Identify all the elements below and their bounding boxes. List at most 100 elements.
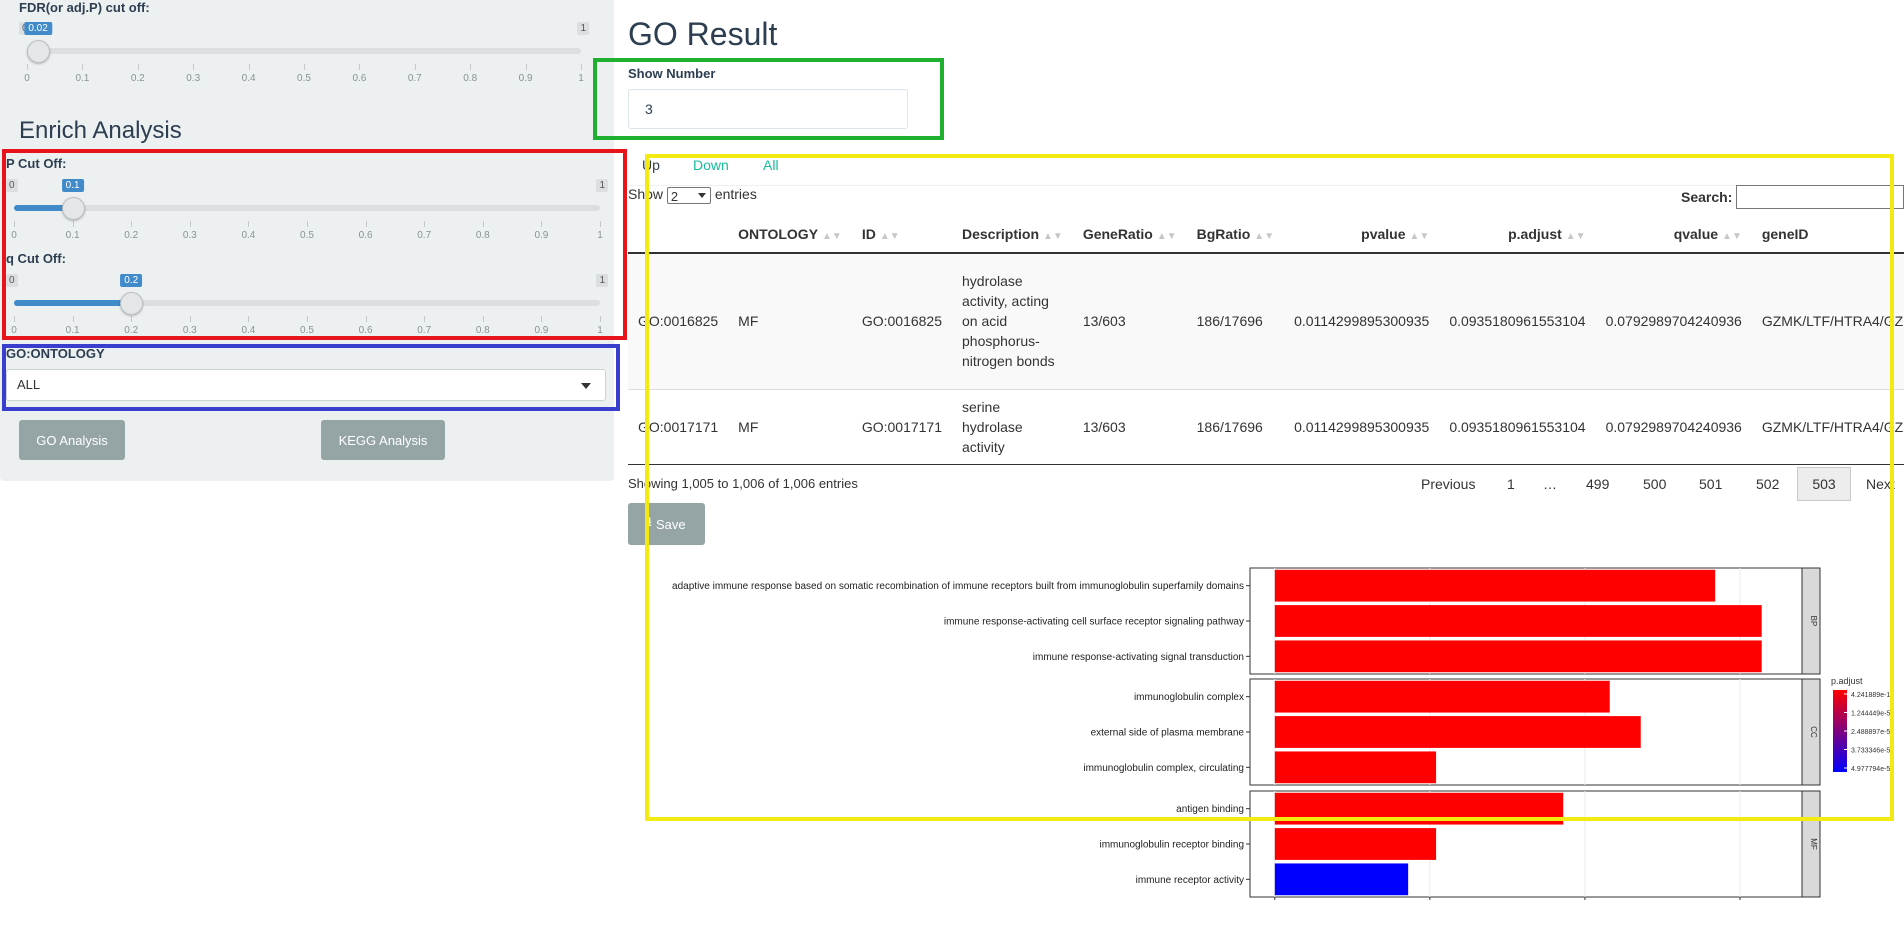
slider-tick — [72, 316, 74, 322]
show-number-input[interactable]: 3 — [628, 89, 908, 129]
col-header-generatio[interactable]: GeneRatio ▲▼ — [1072, 216, 1187, 254]
slider-tick — [482, 221, 484, 227]
slider-track[interactable] — [14, 205, 600, 211]
cell-ontology: MF — [738, 418, 759, 435]
col-header-pvalue[interactable]: pvalue ▲▼ — [1284, 216, 1440, 254]
col-header-id[interactable]: ID ▲▼ — [851, 216, 952, 254]
slider-value-label: 0.02 — [24, 22, 52, 35]
col-header-padjust[interactable]: p.adjust ▲▼ — [1439, 216, 1596, 254]
cell-pvalue: 0.0114299895300935 — [1294, 418, 1430, 435]
col-header-bgratio[interactable]: BgRatio ▲▼ — [1186, 216, 1285, 254]
go-result-table: ONTOLOGY ▲▼ ID ▲▼ Description ▲▼ GeneRatio ▲… — [628, 216, 1904, 465]
slider-handle[interactable] — [61, 197, 85, 220]
col-header-generatio-label: GeneRatio — [1082, 226, 1153, 242]
col-header-padjust-label: p.adjust — [1508, 226, 1562, 242]
facet-strip-label: BP — [1809, 616, 1818, 627]
kegg-analysis-button[interactable]: KEGG Analysis — [321, 420, 445, 460]
pager-page-501[interactable]: 501 — [1699, 476, 1722, 492]
slider-handle[interactable] — [120, 292, 144, 315]
legend-label: 2.488897e-5 — [1851, 729, 1890, 736]
col-header-ontology[interactable]: ONTOLOGY ▲▼ — [728, 216, 852, 254]
ontology-value: ALL — [17, 377, 41, 392]
pager-page-499[interactable]: 499 — [1586, 476, 1609, 492]
slider-tick-label: 0.3 — [182, 230, 197, 241]
q-cutoff-slider[interactable]: 0 1 0.2 0 0.1 0.2 0.3 0.4 0.5 0.6 0.7 0.8 0.9 1 — [6, 274, 608, 344]
ontology-select[interactable]: ALL — [6, 369, 606, 401]
slider-tick-label: 0.6 — [358, 325, 373, 336]
pager-page-500[interactable]: 500 — [1643, 476, 1666, 492]
p-cutoff-slider[interactable]: 0 1 0.1 0 0.1 0.2 0.3 0.4 0.5 0.6 0.7 0.8 0.9 1 — [6, 179, 608, 249]
chevron-down-icon — [697, 192, 706, 198]
pager-page-1[interactable]: 1 — [1507, 476, 1515, 492]
sort-icon: ▲▼ — [1254, 231, 1275, 242]
cell-ontology: MF — [738, 313, 759, 330]
bar — [1274, 640, 1762, 673]
cell-description: serine hydrolase activity — [962, 398, 1023, 455]
length-prefix: Show — [628, 186, 664, 202]
slider-tick — [27, 64, 28, 70]
slider-tick-label: 0.1 — [65, 230, 80, 241]
slider-tick-label: 0.4 — [241, 325, 256, 336]
col-header-qvalue-label: qvalue — [1673, 226, 1719, 242]
fdr-label: FDR(or adj.P) cut off: — [19, 0, 150, 15]
slider-tick-label: 0.3 — [186, 73, 201, 84]
cell-padjust: 0.0935180961553104 — [1449, 418, 1586, 435]
pager-page-502[interactable]: 502 — [1756, 476, 1779, 492]
bar — [1274, 716, 1641, 748]
slider-tick — [189, 221, 191, 227]
fdr-slider[interactable]: 0 1 0.02 0 0.1 0.2 0.3 0.4 0.5 0.6 0.7 0.8 0.9 1 — [19, 22, 589, 92]
slider-tick — [424, 316, 426, 322]
y-tick-label: immune response-activating signal transd… — [1033, 652, 1244, 663]
pager-page-503-current[interactable]: 503 — [1797, 467, 1851, 501]
cell-id: GO:0017171 — [861, 418, 942, 435]
y-tick-label: immune response-activating cell surface … — [944, 617, 1244, 628]
sort-icon: ▲▼ — [822, 231, 842, 242]
slider-tick — [581, 64, 582, 70]
slider-track[interactable] — [27, 48, 581, 54]
ontology-label: GO:ONTOLOGY — [6, 346, 105, 361]
cell-id: GO:0016825 — [861, 313, 942, 330]
tab-all[interactable]: All — [763, 157, 779, 173]
slider-tick-label: 0.4 — [241, 73, 256, 84]
sort-icon: ▲▼ — [1722, 231, 1742, 242]
slider-max-label: 1 — [596, 179, 608, 192]
go-analysis-button[interactable]: GO Analysis — [19, 420, 125, 460]
save-button[interactable]: ⭳ Save — [628, 503, 705, 545]
cell-pvalue: 0.0114299895300935 — [1294, 313, 1430, 330]
slider-tick — [131, 221, 133, 227]
tab-down[interactable]: Down — [693, 157, 729, 173]
pager-next[interactable]: Next — [1866, 476, 1895, 492]
slider-tick-label: 1 — [597, 325, 603, 336]
col-header-geneid[interactable]: geneID — [1751, 216, 1904, 254]
slider-tick-label: 0.6 — [358, 230, 373, 241]
slider-tick-label: 1 — [578, 73, 584, 84]
length-suffix: entries — [714, 186, 757, 202]
slider-tick — [365, 221, 367, 227]
col-header-rowname[interactable] — [628, 216, 729, 254]
slider-max-label: 1 — [577, 22, 589, 35]
slider-tick — [248, 316, 250, 322]
col-header-description-label: Description — [962, 226, 1040, 242]
slider-tick-label: 1 — [597, 230, 603, 241]
slider-tick-label: 0.3 — [182, 325, 197, 336]
length-select[interactable]: 2 — [666, 186, 711, 204]
slider-tick — [307, 316, 308, 322]
slider-handle[interactable] — [27, 40, 51, 63]
tab-up[interactable]: Up — [642, 157, 660, 173]
legend-label: 4.241889e-1 — [1851, 692, 1890, 699]
download-icon: ⭳ — [647, 514, 652, 529]
save-label: Save — [655, 516, 686, 532]
table-header-row: ONTOLOGY ▲▼ ID ▲▼ Description ▲▼ GeneRatio ▲… — [628, 216, 1904, 254]
cell-description: hydrolase activity, acting on acid phosp… — [962, 273, 1055, 370]
search-label: Search: — [1681, 189, 1733, 205]
slider-tick-label: 0.2 — [130, 73, 145, 84]
search-input[interactable] — [1736, 185, 1904, 209]
col-header-qvalue[interactable]: qvalue ▲▼ — [1595, 216, 1752, 254]
col-header-description[interactable]: Description ▲▼ — [952, 216, 1073, 254]
sort-icon: ▲▼ — [1043, 231, 1063, 242]
length-value: 2 — [670, 188, 679, 204]
slider-tick-label: 0.5 — [300, 325, 314, 336]
bar — [1274, 751, 1437, 784]
pager-previous[interactable]: Previous — [1421, 476, 1475, 492]
bar — [1274, 863, 1409, 896]
